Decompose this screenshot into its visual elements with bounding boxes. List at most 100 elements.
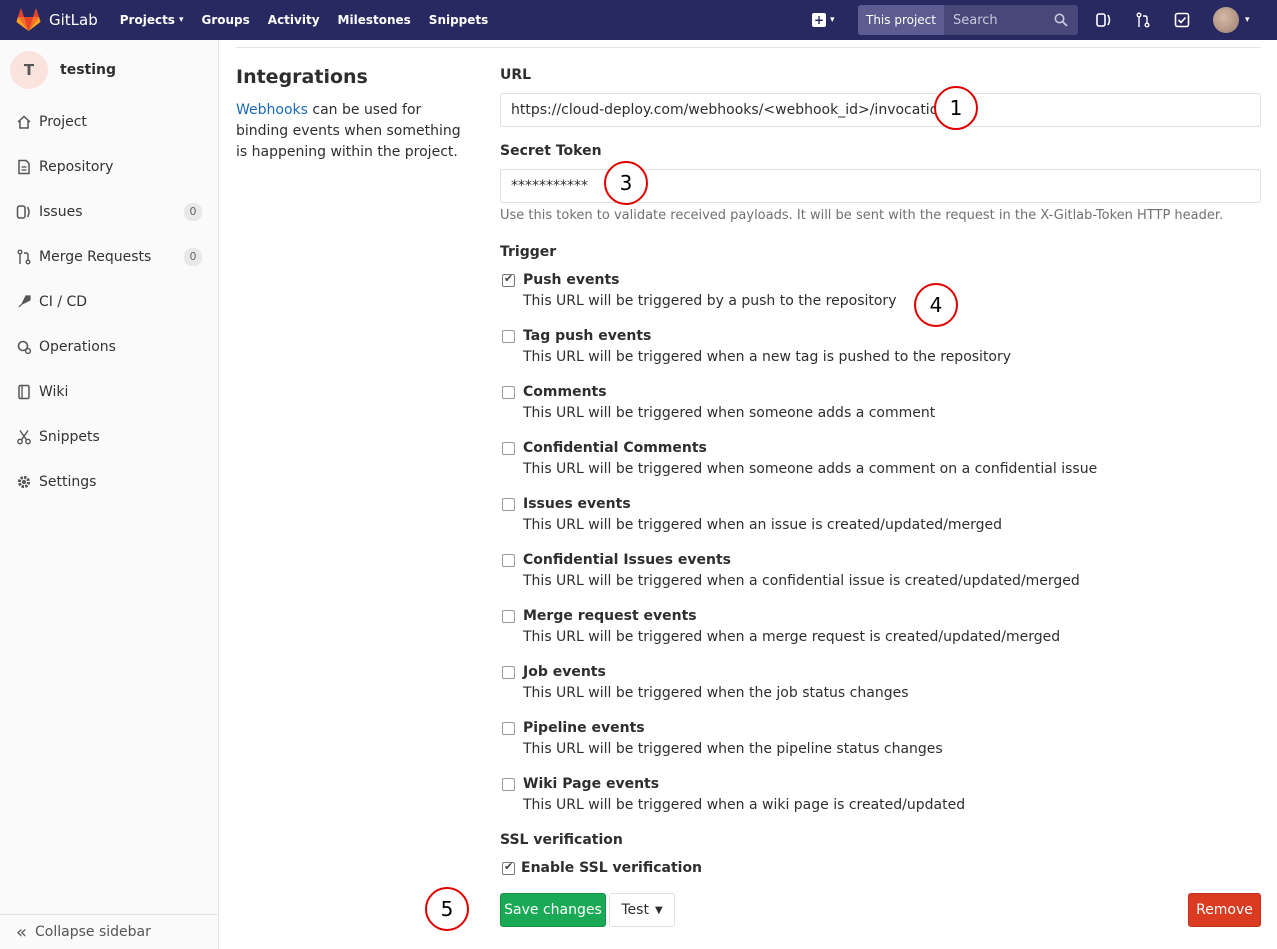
top-navbar: GitLab Projects ▾ Groups Activity Milesto… — [0, 0, 1277, 40]
url-label: URL — [500, 67, 532, 83]
nav-activity[interactable]: Activity — [268, 13, 320, 27]
project-name: testing — [60, 62, 116, 78]
gear-icon — [17, 475, 31, 489]
collapse-sidebar-button[interactable]: « Collapse sidebar — [0, 914, 218, 949]
user-avatar[interactable] — [1213, 7, 1239, 33]
issues-icon — [16, 205, 30, 219]
issues-events-checkbox[interactable] — [502, 498, 515, 511]
trigger-title: Wiki Page events — [523, 776, 660, 792]
sidebar-item-label: Wiki — [39, 384, 69, 400]
confidential-comments-checkbox[interactable] — [502, 442, 515, 455]
project-avatar: T — [10, 51, 48, 89]
operations-icon — [17, 340, 32, 355]
trigger-label: Trigger — [500, 244, 557, 260]
secret-token-value: *********** — [511, 178, 588, 194]
sidebar: T testing Project Repository Issues 0 Me… — [0, 40, 219, 949]
sidebar-item-ci-cd[interactable]: CI / CD — [0, 284, 218, 320]
nav-groups[interactable]: Groups — [201, 13, 249, 27]
sidebar-item-merge-requests[interactable]: Merge Requests 0 — [0, 239, 218, 275]
sidebar-item-repository[interactable]: Repository — [0, 149, 218, 185]
webhooks-link[interactable]: Webhooks — [236, 102, 308, 118]
trigger-title: Issues events — [523, 496, 631, 512]
save-changes-button[interactable]: Save changes — [500, 893, 606, 927]
nav-projects-label: Projects — [119, 13, 175, 27]
sidebar-item-label: Snippets — [39, 429, 100, 445]
annotation-marker-5: 5 — [425, 887, 469, 931]
search-input[interactable]: Search — [953, 13, 1054, 28]
scissors-icon — [17, 430, 31, 445]
rocket-icon — [18, 295, 31, 308]
ssl-option-label: Enable SSL verification — [521, 860, 703, 876]
sidebar-item-label: Issues — [39, 204, 83, 220]
brand[interactable]: GitLab — [16, 8, 98, 32]
search-box[interactable]: This project Search — [858, 5, 1078, 35]
sidebar-item-label: Repository — [39, 159, 114, 175]
trigger-description: This URL will be triggered when someone … — [523, 461, 1098, 477]
merge-request-icon[interactable] — [1135, 12, 1151, 28]
trigger-title: Confidential Issues events — [523, 552, 731, 568]
tag-push-events-checkbox[interactable] — [502, 330, 515, 343]
trigger-title: Push events — [523, 272, 620, 288]
wiki-page-events-checkbox[interactable] — [502, 778, 515, 791]
ssl-verification-label: SSL verification — [500, 832, 623, 848]
secret-token-label: Secret Token — [500, 143, 602, 159]
pipeline-events-checkbox[interactable] — [502, 722, 515, 735]
sidebar-item-project[interactable]: Project — [0, 104, 218, 140]
divider — [236, 47, 1261, 48]
annotation-marker-4: 4 — [914, 283, 958, 327]
sidebar-item-issues[interactable]: Issues 0 — [0, 194, 218, 230]
trigger-description: This URL will be triggered when a new ta… — [523, 349, 1012, 365]
trigger-description: This URL will be triggered when the pipe… — [523, 741, 943, 757]
issues-icon[interactable] — [1096, 12, 1112, 28]
trigger-description: This URL will be triggered when an issue… — [523, 517, 1003, 533]
annotation-marker-1: 1 — [934, 86, 978, 130]
trigger-description: This URL will be triggered by a push to … — [523, 293, 897, 309]
trigger-title: Confidential Comments — [523, 440, 707, 456]
section-title: Integrations — [236, 66, 368, 88]
doc-icon — [18, 159, 30, 175]
new-dropdown[interactable]: + ▾ — [812, 0, 835, 40]
trigger-title: Tag push events — [523, 328, 652, 344]
double-chevron-left-icon: « — [16, 921, 28, 943]
nav-snippets[interactable]: Snippets — [429, 13, 489, 27]
caret-down-icon: ▼ — [654, 904, 663, 916]
sidebar-item-settings[interactable]: Settings — [0, 464, 218, 500]
search-scope-badge[interactable]: This project — [858, 5, 944, 35]
trigger-description: This URL will be triggered when a confid… — [523, 573, 1080, 589]
trigger-title: Job events — [523, 664, 606, 680]
remove-button[interactable]: Remove — [1188, 893, 1261, 927]
trigger-title: Comments — [523, 384, 607, 400]
job-events-checkbox[interactable] — [502, 666, 515, 679]
test-button-label: Test — [621, 902, 649, 918]
push-events-checkbox[interactable] — [502, 272, 515, 287]
nav-projects[interactable]: Projects ▾ — [120, 13, 184, 27]
todo-icon[interactable] — [1174, 12, 1190, 28]
secret-token-help: Use this token to validate received payl… — [500, 208, 1224, 223]
merge-requests-count-badge: 0 — [184, 248, 202, 266]
trigger-description: This URL will be triggered when a wiki p… — [523, 797, 966, 813]
comments-checkbox[interactable] — [502, 386, 515, 399]
sidebar-item-label: CI / CD — [39, 294, 88, 310]
sidebar-item-label: Project — [39, 114, 87, 130]
enable-ssl-checkbox[interactable] — [502, 860, 515, 875]
sidebar-item-snippets[interactable]: Snippets — [0, 419, 218, 455]
merge-icon — [17, 249, 31, 265]
section-description: Webhooks can be used for binding events … — [236, 100, 471, 163]
merge-request-events-checkbox[interactable] — [502, 610, 515, 623]
issues-count-badge: 0 — [184, 203, 202, 221]
nav-icons: ▾ — [1096, 0, 1250, 40]
project-header[interactable]: T testing — [0, 40, 218, 100]
confidential-issues-events-checkbox[interactable] — [502, 554, 515, 567]
brand-name: GitLab — [49, 11, 98, 29]
annotation-marker-3: 3 — [604, 161, 648, 205]
chevron-down-icon[interactable]: ▾ — [1245, 15, 1250, 25]
search-icon — [1054, 13, 1068, 27]
sidebar-item-operations[interactable]: Operations — [0, 329, 218, 365]
nav-milestones[interactable]: Milestones — [338, 13, 411, 27]
trigger-title: Pipeline events — [523, 720, 645, 736]
nav-links: Projects ▾ Groups Activity Milestones Sni… — [120, 13, 507, 27]
trigger-title: Merge request events — [523, 608, 697, 624]
url-field[interactable]: https://cloud-deploy.com/webhooks/<webho… — [500, 93, 1261, 127]
test-dropdown-button[interactable]: Test ▼ — [609, 893, 675, 927]
sidebar-item-wiki[interactable]: Wiki — [0, 374, 218, 410]
